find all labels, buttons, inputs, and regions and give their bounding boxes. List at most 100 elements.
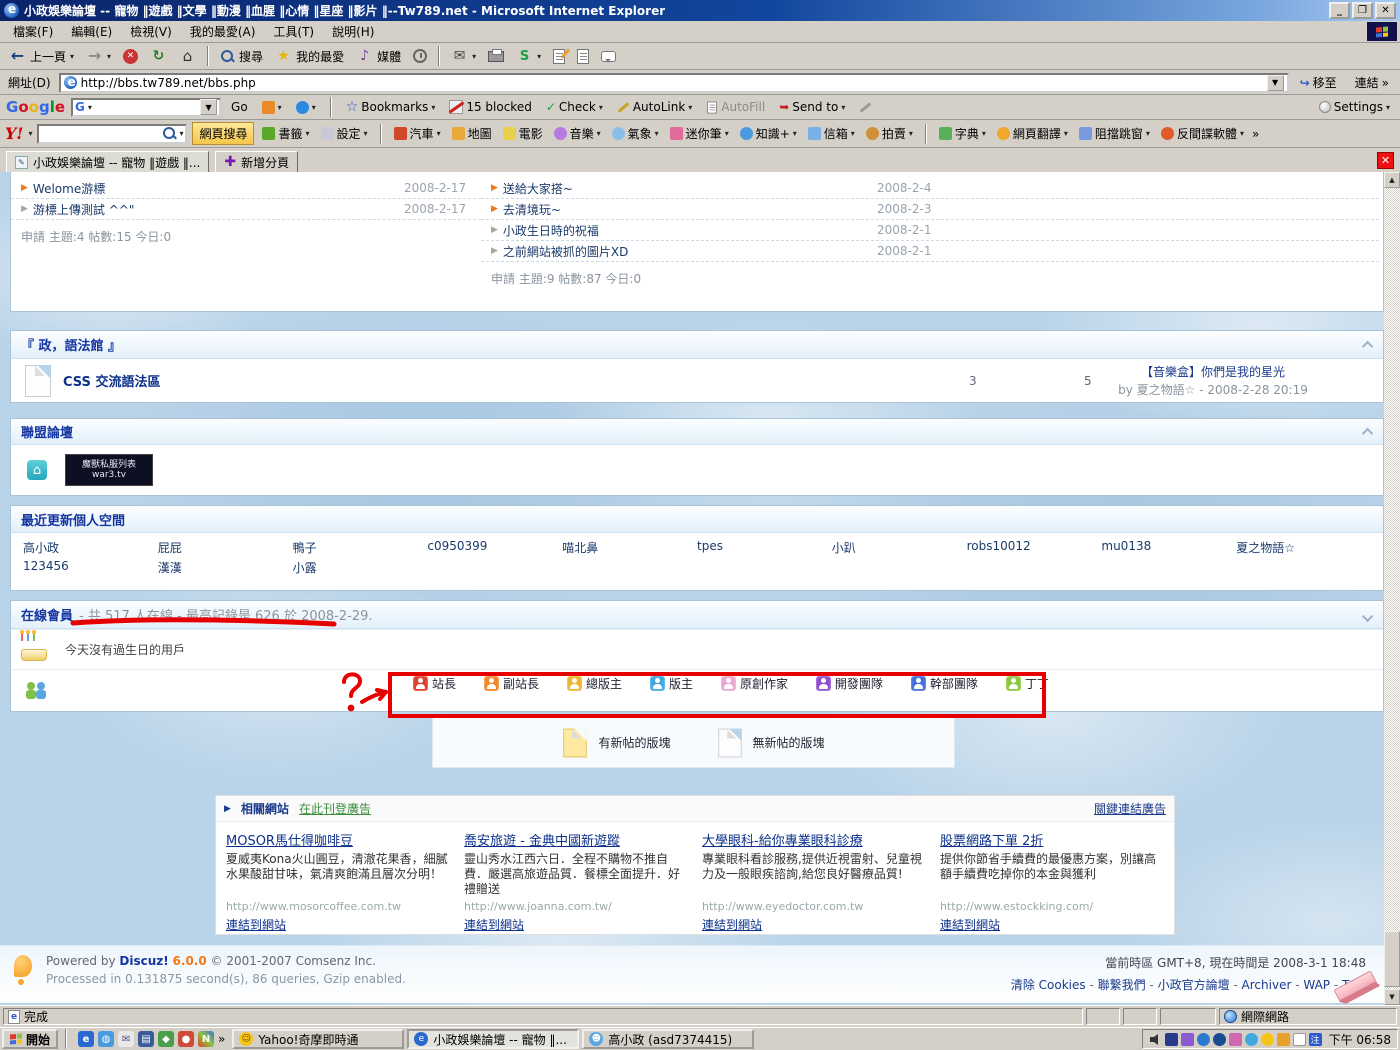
yahoo-movies-button[interactable]: 電影 xyxy=(500,124,546,143)
yahoo-minipen-button[interactable]: 迷你筆▾ xyxy=(667,124,732,143)
new-tab-button[interactable]: ✚ 新增分頁 xyxy=(215,151,298,172)
google-sendto-button[interactable]: ➥ Send to▾ xyxy=(775,99,849,115)
user-link[interactable]: 喵北鼻 xyxy=(562,539,697,557)
quicklaunch-n-icon[interactable]: N xyxy=(198,1031,214,1047)
info-tray-icon[interactable] xyxy=(1213,1033,1226,1046)
scrollbar-thumb[interactable] xyxy=(1384,931,1400,987)
keyword-ads-link[interactable]: 關鍵連結廣告 xyxy=(1094,800,1166,817)
quicklaunch-mail-icon[interactable]: ✉ xyxy=(118,1031,134,1047)
thread-link[interactable]: Welome游標 xyxy=(33,180,105,197)
clear-cookies-link[interactable]: 清除 Cookies xyxy=(1011,978,1086,992)
pen-tray-icon[interactable] xyxy=(1293,1033,1306,1046)
task-messenger-chat[interactable]: ☻ 高小政 (asd7374415) xyxy=(582,1029,754,1049)
display-tray-icon[interactable] xyxy=(1165,1033,1178,1046)
war3-banner-link[interactable]: 魔獸私服列表 war3.tv xyxy=(65,454,153,486)
google-go-button[interactable]: Go xyxy=(227,99,252,115)
yahoo-messenger-tray-icon[interactable] xyxy=(1261,1033,1274,1046)
ad-title-link[interactable]: MOSOR馬仕得咖啡豆 xyxy=(226,830,450,849)
back-button[interactable]: ← 上一頁 ▾ xyxy=(4,44,79,68)
archiver-link[interactable]: Archiver xyxy=(1230,978,1292,992)
yahoo-translate-button[interactable]: 網頁翻譯▾ xyxy=(994,124,1071,143)
close-button[interactable]: ✕ xyxy=(1375,2,1396,19)
menu-edit[interactable]: 編輯(E) xyxy=(62,20,121,43)
ad-visit-link[interactable]: 連結到網站 xyxy=(702,918,762,932)
user-link[interactable]: 鴨子 xyxy=(293,539,428,557)
yahoo-cars-button[interactable]: 汽車▾ xyxy=(391,124,444,143)
discuss-button[interactable] xyxy=(572,44,594,68)
google-popup-blocker[interactable]: 15 blocked xyxy=(445,99,536,115)
quicklaunch-media-icon[interactable]: ● xyxy=(178,1031,194,1047)
tray-icon[interactable] xyxy=(1229,1033,1242,1046)
yahoo-dictionary-button[interactable]: 字典▾ xyxy=(936,124,989,143)
yahoo-bookmarks-button[interactable]: 書籤▾ xyxy=(259,124,312,143)
yahoo-knowledge-button[interactable]: 知識+▾ xyxy=(737,124,800,143)
user-link[interactable]: 小趴 xyxy=(832,539,967,557)
yahoo-mail-button[interactable]: 信箱▾ xyxy=(805,124,858,143)
forward-dropdown-icon[interactable]: ▾ xyxy=(107,52,111,61)
minimize-button[interactable]: _ xyxy=(1329,2,1350,19)
user-link[interactable]: 高小政 xyxy=(23,539,158,557)
vertical-scrollbar[interactable]: ▲ ▼ xyxy=(1384,172,1400,1005)
google-spellcheck-button[interactable]: ✓ Check▾ xyxy=(542,99,607,115)
user-link[interactable]: 夏之物語☆ xyxy=(1236,539,1371,557)
google-search-dropdown-icon[interactable]: ▾ xyxy=(88,103,92,112)
task-yahoo-messenger[interactable]: ☺ Yahoo!奇摩即時通 xyxy=(232,1029,404,1049)
official-forum-link[interactable]: 小政官方論壇 xyxy=(1146,978,1230,992)
translate-button[interactable]: S▾ xyxy=(511,44,546,68)
scroll-down-button[interactable]: ▼ xyxy=(1384,989,1400,1005)
google-search-input[interactable]: G ▾ ▼ xyxy=(71,98,221,117)
post-ad-link[interactable]: 在此刊登廣告 xyxy=(299,800,371,817)
quicklaunch-shield-icon[interactable]: ◆ xyxy=(158,1031,174,1047)
google-talk-button[interactable]: ▾ xyxy=(292,100,320,115)
go-button[interactable]: ↪ 移至 xyxy=(1293,73,1344,93)
mail-button[interactable]: ✉ ▾ xyxy=(446,44,481,68)
tray-icon[interactable] xyxy=(1181,1033,1194,1046)
ad-title-link[interactable]: 大學眼科-給你專業眼科診療 xyxy=(702,830,926,849)
messenger-button[interactable] xyxy=(596,44,621,68)
thread-link[interactable]: 小政生日時的祝福 xyxy=(503,222,599,239)
messenger-tray-icon[interactable] xyxy=(1197,1033,1210,1046)
thread-link[interactable]: 去清境玩~ xyxy=(503,201,561,218)
collapse-icon[interactable] xyxy=(1362,610,1373,621)
start-button[interactable]: 開始 xyxy=(2,1029,58,1049)
restore-button[interactable]: ❐ xyxy=(1352,2,1373,19)
collapse-icon[interactable] xyxy=(1362,427,1373,438)
yahoo-auction-button[interactable]: 拍賣▾ xyxy=(863,124,916,143)
stop-button[interactable]: ✕ xyxy=(118,44,143,68)
google-autofill-button[interactable]: AutoFill xyxy=(702,99,769,116)
google-combo-arrow-icon[interactable]: ▼ xyxy=(200,99,217,115)
yahoo-overflow-chevron-icon[interactable]: » xyxy=(1252,127,1259,141)
yahoo-popup-blocker-button[interactable]: 阻擋跳窗▾ xyxy=(1076,124,1153,143)
quicklaunch-desktop-icon[interactable]: ▤ xyxy=(138,1031,154,1047)
thread-link[interactable]: 送給大家搭~ xyxy=(503,180,573,197)
ime-icon[interactable]: 注 xyxy=(1309,1033,1322,1046)
forum-link[interactable]: CSS 交流語法區 xyxy=(63,371,160,390)
user-link[interactable]: 123456 xyxy=(23,559,158,577)
compass-tray-icon[interactable] xyxy=(1245,1033,1258,1046)
user-link[interactable]: mu0138 xyxy=(1101,539,1236,557)
yahoo-search-input[interactable]: ▾ xyxy=(37,124,187,144)
refresh-button[interactable]: ↻ xyxy=(145,44,172,68)
home-button[interactable]: ⌂ xyxy=(174,44,201,68)
wap-link[interactable]: WAP xyxy=(1291,978,1330,992)
ad-title-link[interactable]: 喬安旅遊 - 金典中國新遊蹤 xyxy=(464,830,688,849)
yahoo-search-button[interactable]: 網頁搜尋 xyxy=(192,122,254,145)
thread-link[interactable]: 之前網站被抓的圖片XD xyxy=(503,243,628,260)
yahoo-weather-button[interactable]: 氣象▾ xyxy=(609,124,662,143)
tab-forum[interactable]: ✎ 小政娛樂論壇 -- 寵物 ‖遊戲 ‖... xyxy=(6,151,209,172)
menu-file[interactable]: 檔案(F) xyxy=(4,20,62,43)
user-link[interactable]: c0950399 xyxy=(427,539,562,557)
quicklaunch-overflow-chevron-icon[interactable]: » xyxy=(218,1032,225,1046)
history-button[interactable] xyxy=(408,44,432,68)
edit-button[interactable] xyxy=(548,44,570,68)
task-forum-window[interactable]: e 小政娛樂論壇 -- 寵物 ‖... xyxy=(407,1029,579,1049)
thread-link[interactable]: 游標上傳測試 ^^" xyxy=(33,201,134,218)
back-dropdown-icon[interactable]: ▾ xyxy=(70,52,74,61)
print-button[interactable] xyxy=(483,44,509,68)
user-link[interactable]: tpes xyxy=(697,539,832,557)
search-button[interactable]: 搜尋 xyxy=(215,44,268,68)
menu-favorites[interactable]: 我的最愛(A) xyxy=(181,20,265,43)
tabbar-close-button[interactable]: ✕ xyxy=(1377,152,1394,169)
scroll-up-button[interactable]: ▲ xyxy=(1384,172,1400,188)
collapse-icon[interactable] xyxy=(1362,340,1373,351)
